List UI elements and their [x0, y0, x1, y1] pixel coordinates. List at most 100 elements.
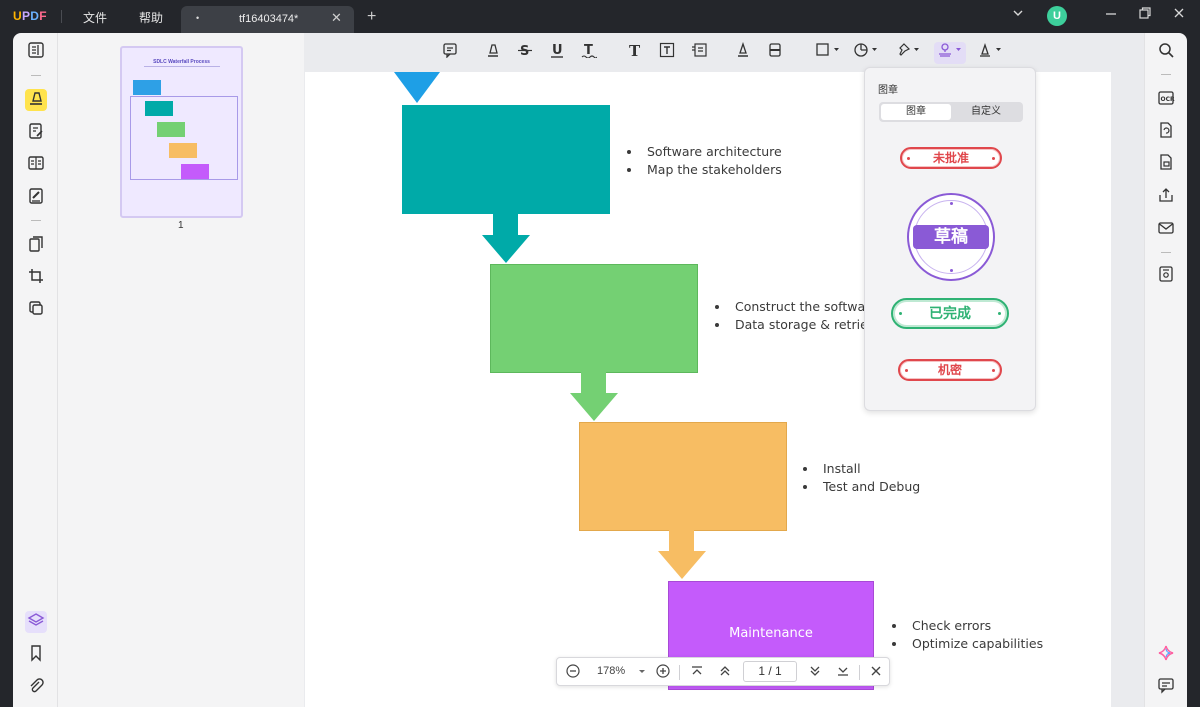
- stamp-dot: [907, 157, 910, 160]
- document-tab-title: tf16403474*: [239, 13, 299, 25]
- flow-block-testing[interactable]: [579, 422, 787, 531]
- bullet-item: Optimize capabilities: [907, 635, 1043, 653]
- shape-icon[interactable]: [814, 42, 844, 64]
- close-tab-icon[interactable]: ✕: [331, 10, 342, 26]
- left-sidebar: [13, 33, 58, 707]
- next-page-icon[interactable]: [807, 663, 823, 682]
- stamp-label: 未批准: [932, 151, 969, 165]
- flow-block-development[interactable]: [490, 264, 698, 373]
- form-icon[interactable]: [25, 187, 47, 209]
- page-thumbnail[interactable]: SDLC Waterfall Process: [120, 46, 243, 218]
- thumbnail-block: [169, 143, 197, 158]
- bullet-item: Check errors: [907, 617, 1043, 635]
- strikethrough-icon[interactable]: S: [514, 42, 536, 64]
- restore-icon[interactable]: [1138, 6, 1152, 23]
- pencil-icon[interactable]: [732, 41, 754, 64]
- flow-block-design-bullets: Software architecture Map the stakeholde…: [628, 143, 782, 179]
- divider: [679, 665, 680, 680]
- stamp-icon[interactable]: [934, 42, 966, 64]
- ocr-icon[interactable]: OCR: [1155, 89, 1177, 111]
- eraser-icon[interactable]: [764, 42, 786, 64]
- stamp-label: 草稿: [913, 225, 989, 249]
- new-tab-button[interactable]: +: [367, 8, 376, 26]
- svg-text:U: U: [552, 43, 563, 58]
- right-sidebar: OCR: [1144, 33, 1187, 707]
- text-box-icon[interactable]: [656, 42, 678, 64]
- bookmark-icon[interactable]: [25, 644, 47, 666]
- organize-pages-icon[interactable]: [25, 235, 47, 257]
- avatar[interactable]: U: [1047, 6, 1067, 26]
- highlighter-icon[interactable]: [482, 42, 504, 64]
- comment-highlight-icon[interactable]: [25, 89, 47, 111]
- text-icon[interactable]: T: [624, 42, 646, 64]
- stamp-label: 机密: [937, 363, 962, 377]
- stamp-not-approved[interactable]: 未批准: [900, 147, 1002, 169]
- tools-icon[interactable]: [25, 299, 47, 321]
- close-window-icon[interactable]: [1172, 6, 1186, 23]
- tab-stamps[interactable]: 图章: [881, 104, 951, 120]
- document-tab[interactable]: • tf16403474* ✕: [181, 6, 354, 33]
- chevron-down-icon[interactable]: [1011, 6, 1025, 23]
- squiggly-icon[interactable]: T: [578, 42, 600, 64]
- stamp-dot: [992, 157, 995, 160]
- stamp-dot: [998, 312, 1001, 315]
- pin-icon[interactable]: [894, 42, 924, 64]
- bullet-item: Data storage & retrieval: [730, 316, 886, 334]
- divider: [31, 220, 41, 221]
- sticky-note-icon[interactable]: [439, 42, 461, 64]
- sticker-icon[interactable]: [852, 42, 882, 64]
- save-icon[interactable]: [1155, 265, 1177, 287]
- bullet-item: Software architecture: [642, 143, 782, 161]
- convert-icon[interactable]: [1155, 121, 1177, 143]
- layers-icon[interactable]: [25, 611, 47, 633]
- comments-icon[interactable]: [1155, 676, 1177, 698]
- tab-custom[interactable]: 自定义: [951, 104, 1021, 120]
- zoom-level[interactable]: 178%: [597, 665, 625, 677]
- thumbnail-block: [181, 164, 209, 179]
- stamp-draft[interactable]: 草稿: [907, 193, 995, 281]
- flow-block-maintenance-bullets: Check errors Optimize capabilities: [893, 617, 1043, 653]
- close-toolbar-icon[interactable]: [868, 663, 884, 682]
- divider: [1161, 74, 1171, 75]
- flow-block-label: Maintenance: [729, 626, 813, 641]
- stamp-dot: [905, 369, 908, 372]
- protect-icon[interactable]: [1155, 153, 1177, 175]
- search-icon[interactable]: [1155, 41, 1177, 63]
- title-bar: UPDF 文件 帮助 • tf16403474* ✕ + U: [0, 0, 1200, 33]
- first-page-icon[interactable]: [689, 663, 705, 682]
- minimize-icon[interactable]: [1104, 6, 1118, 23]
- email-icon[interactable]: [1155, 219, 1177, 241]
- svg-text:T: T: [629, 42, 641, 58]
- last-page-icon[interactable]: [835, 663, 851, 682]
- share-icon[interactable]: [1155, 186, 1177, 208]
- svg-text:OCR: OCR: [1161, 96, 1176, 103]
- text-callout-icon[interactable]: [688, 42, 710, 64]
- menu-file[interactable]: 文件: [83, 9, 107, 26]
- bullet-item: Test and Debug: [818, 478, 920, 496]
- page-number-input[interactable]: 1 / 1: [743, 661, 797, 682]
- zoom-out-icon[interactable]: [565, 663, 581, 682]
- reader-icon[interactable]: [25, 41, 47, 63]
- crop-icon[interactable]: [25, 267, 47, 289]
- edit-pdf-icon[interactable]: [25, 122, 47, 144]
- page-layout-icon[interactable]: [25, 154, 47, 176]
- stamp-dot: [950, 269, 953, 272]
- attachment-icon[interactable]: [25, 677, 47, 699]
- underline-icon[interactable]: U: [546, 42, 568, 64]
- stamp-confidential[interactable]: 机密: [898, 359, 1002, 381]
- ai-assistant-icon[interactable]: [1155, 644, 1177, 666]
- flow-block-design[interactable]: [402, 105, 610, 214]
- stamp-completed[interactable]: 已完成: [891, 298, 1009, 329]
- flow-block-development-bullets: Construct the software Data storage & re…: [716, 298, 886, 334]
- stamp-dot: [992, 369, 995, 372]
- zoom-toolbar: 178% 1 / 1: [556, 657, 890, 686]
- divider: [61, 10, 62, 23]
- zoom-dropdown-icon[interactable]: [637, 664, 647, 679]
- signature-icon[interactable]: [976, 42, 1006, 64]
- bullet-item: Install: [818, 460, 920, 478]
- zoom-in-icon[interactable]: [655, 663, 671, 682]
- menu-help[interactable]: 帮助: [139, 9, 163, 26]
- page-number-label: 1: [178, 220, 184, 231]
- previous-page-icon[interactable]: [717, 663, 733, 682]
- thumbnail-subtitle-line: [144, 66, 220, 67]
